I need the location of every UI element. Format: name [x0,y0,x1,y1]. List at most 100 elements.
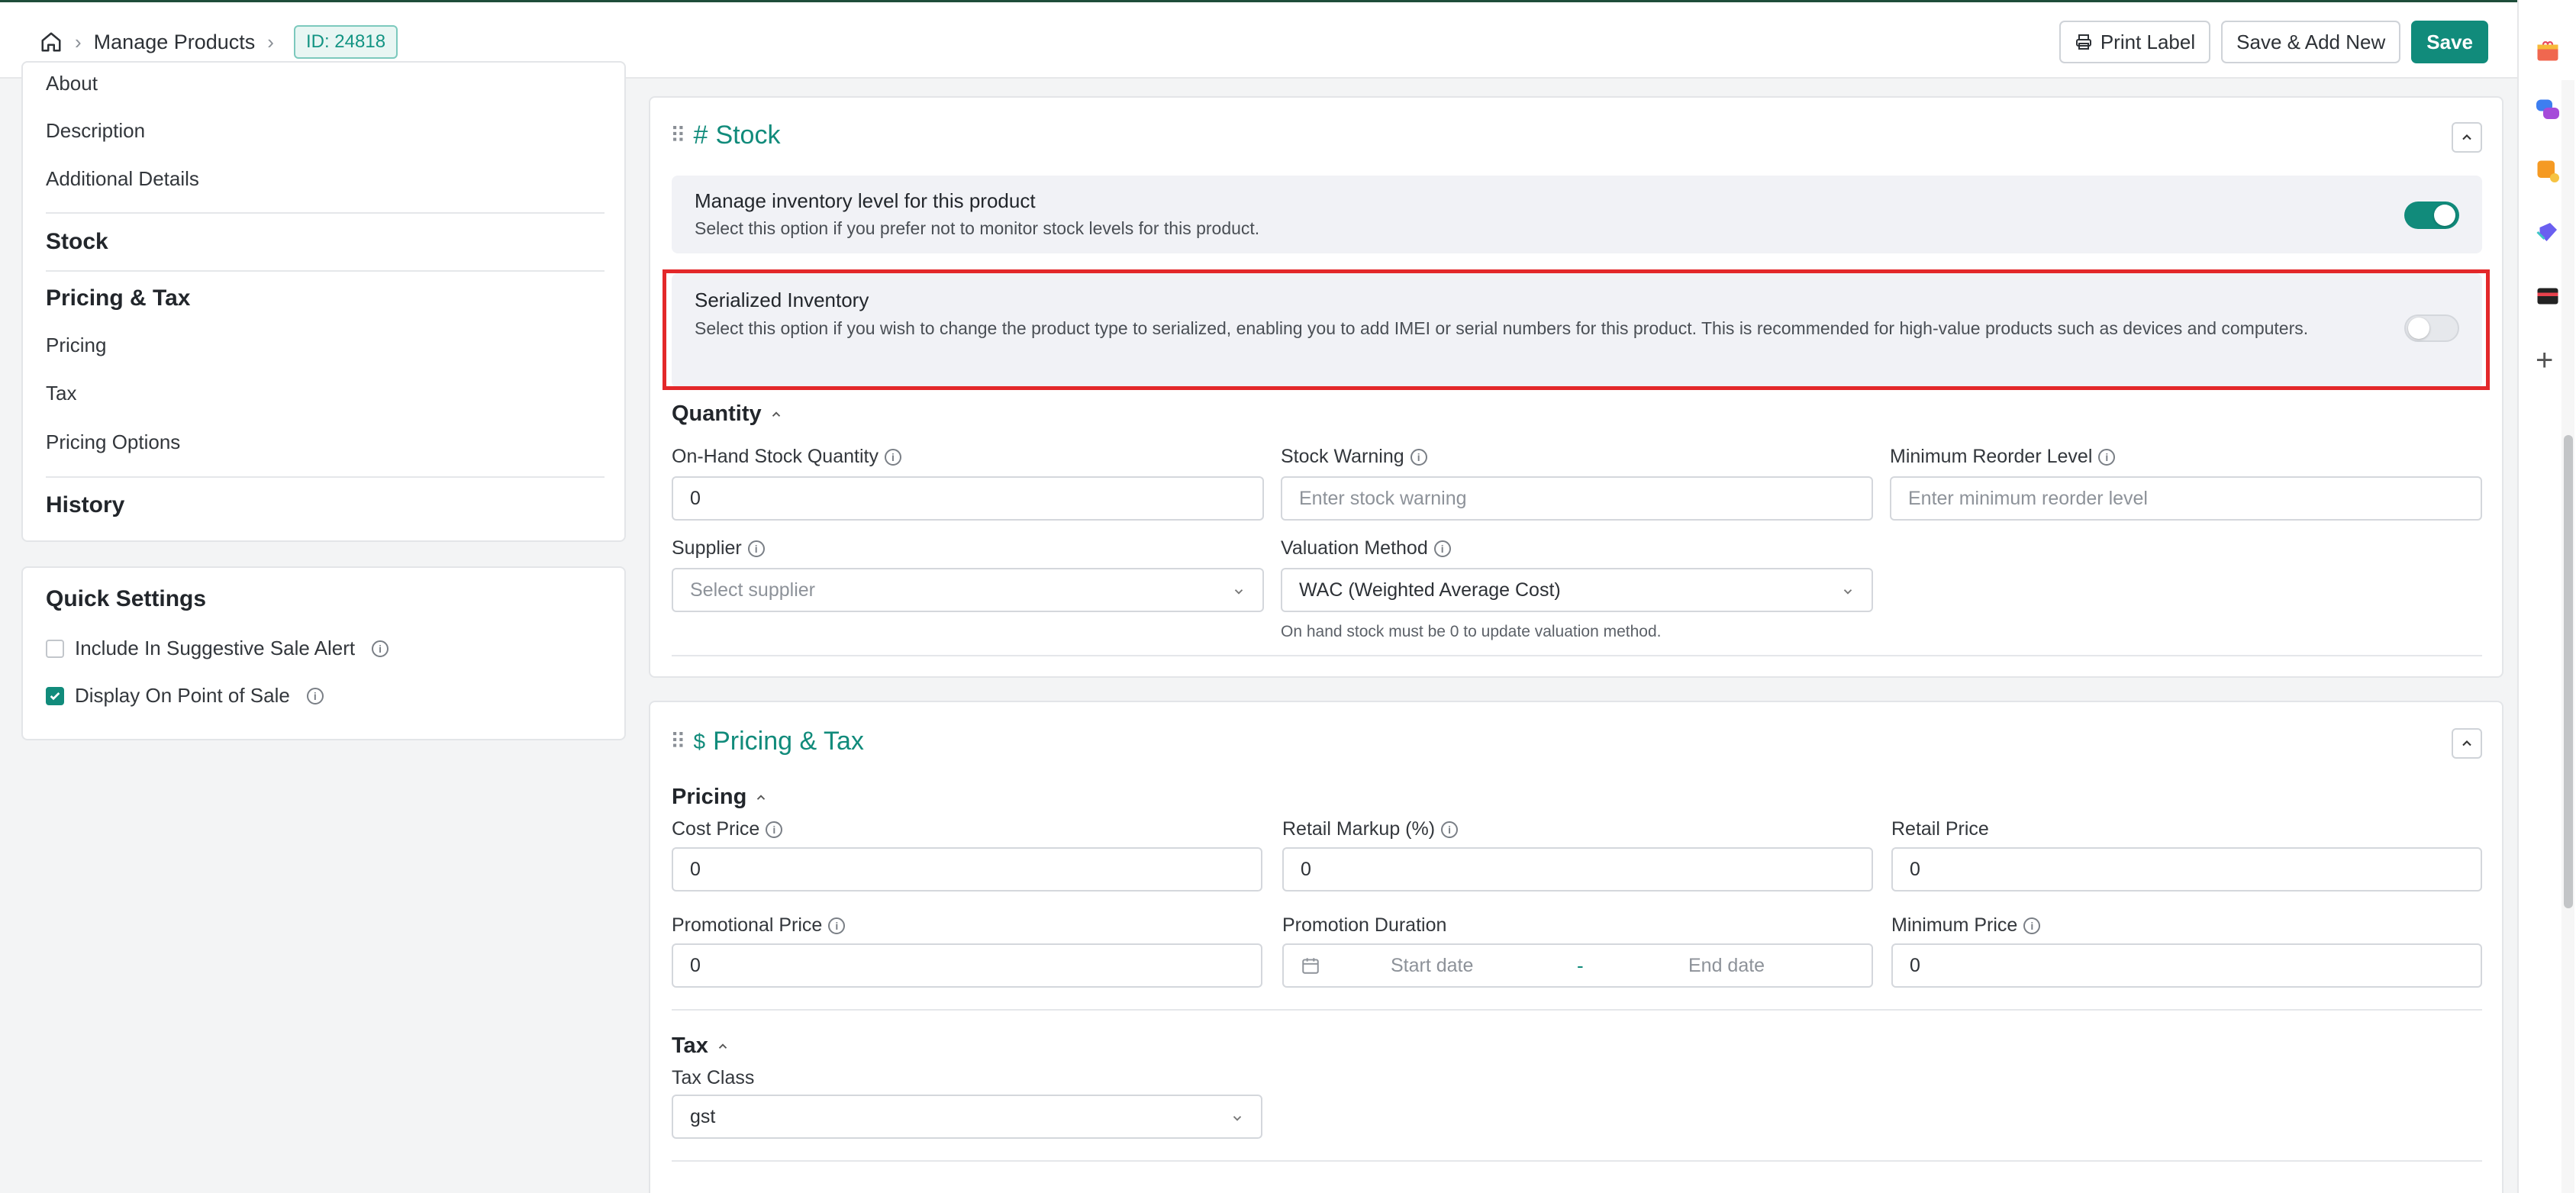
min-reorder-label: Minimum Reorder Level i [1890,446,2116,468]
suggestive-sale-option[interactable]: Include In Suggestive Sale Alert i [46,637,389,660]
wallet-icon[interactable] [2534,282,2561,310]
info-icon[interactable]: i [306,687,324,705]
chevron-down-icon [1843,589,1852,595]
valuation-select[interactable]: WAC (Weighted Average Cost) [1281,568,1873,612]
supplier-select[interactable]: Select supplier [672,568,1264,612]
chat-bubbles-icon[interactable] [2534,96,2561,124]
on-hand-input[interactable]: 0 [672,476,1264,521]
breadcrumb-manage-products[interactable]: Manage Products [94,31,256,54]
info-icon[interactable]: i [2098,449,2116,466]
save-button[interactable]: Save [2411,21,2488,63]
quantity-heading-text: Quantity [672,401,762,426]
display-pos-checkbox[interactable] [46,686,64,705]
pricing-tax-section-title: ⠿ $ Pricing & Tax [670,727,864,756]
tax-class-value: gst [690,1105,716,1127]
nav-stock[interactable]: Stock [46,229,108,255]
min-price-input[interactable]: 0 [1891,943,2482,988]
manage-inventory-toggle[interactable] [2404,202,2459,229]
manage-inventory-option: Manage inventory level for this product … [672,176,2482,253]
nav-divider [46,270,605,272]
retail-markup-input[interactable]: 0 [1282,847,1873,892]
retail-price-label: Retail Price [1891,818,1989,840]
chevron-up-icon [772,411,780,417]
add-extension-icon[interactable]: + [2536,345,2553,376]
info-icon[interactable]: i [1410,449,1427,466]
chevron-down-icon [1234,589,1243,595]
nav-pricing[interactable]: Pricing [46,334,106,357]
info-icon[interactable]: i [747,540,765,558]
cost-price-input[interactable]: 0 [672,847,1262,892]
promo-price-label: Promotional Price i [672,914,846,937]
gift-icon[interactable] [2534,37,2561,64]
info-icon[interactable]: i [372,640,389,657]
stock-title-text: Stock [715,121,781,150]
cost-price-label: Cost Price i [672,818,783,840]
collapse-pricing-tax-button[interactable] [2452,728,2482,759]
promo-price-input[interactable]: 0 [672,943,1262,988]
nav-pricing-options[interactable]: Pricing Options [46,430,180,454]
suggestive-sale-checkbox[interactable] [46,639,64,658]
nav-pricing-tax[interactable]: Pricing & Tax [46,285,191,311]
section-nav: About Description Additional Details Sto… [21,61,626,542]
manage-inventory-desc: Select this option if you prefer not to … [695,218,1260,238]
stock-warning-input[interactable]: Enter stock warning [1281,476,1873,521]
nav-additional-details[interactable]: Additional Details [46,167,199,191]
date-separator: - [1577,953,1584,977]
nav-tax[interactable]: Tax [46,382,76,405]
quantity-heading[interactable]: Quantity [672,401,783,427]
start-date-input[interactable]: Start date [1391,955,1473,977]
stock-warning-label: Stock Warning i [1281,446,1427,468]
stock-section: ⠿ # Stock Manage inventory level for thi… [649,96,2503,678]
promo-duration-label: Promotion Duration [1282,914,1447,936]
valuation-value: WAC (Weighted Average Cost) [1299,579,1561,601]
chevron-up-icon [757,794,766,800]
info-icon[interactable]: i [2023,917,2041,935]
nav-history[interactable]: History [46,492,124,518]
retail-price-input[interactable]: 0 [1891,847,2482,892]
print-label-button[interactable]: Print Label [2059,21,2211,63]
quick-settings-title: Quick Settings [46,586,207,611]
drag-handle-icon[interactable]: ⠿ [670,123,685,148]
info-icon[interactable]: i [1441,821,1459,839]
tax-heading-text: Tax [672,1033,708,1058]
nav-about[interactable]: About [46,72,98,95]
scrollbar-thumb[interactable] [2564,435,2573,908]
stock-section-title: ⠿ # Stock [670,121,780,150]
min-price-label: Minimum Price i [1891,914,2041,937]
chevron-up-icon [2462,134,2471,140]
min-reorder-input[interactable]: Enter minimum reorder level [1890,476,2482,521]
quick-settings-card: Quick Settings Include In Suggestive Sal… [21,566,626,740]
tax-heading[interactable]: Tax [672,1033,730,1059]
save-add-new-button[interactable]: Save & Add New [2221,21,2401,63]
hash-icon: # [693,121,708,150]
chevron-down-icon [1233,1116,1242,1121]
end-date-input[interactable]: End date [1688,955,1765,977]
valuation-hint: On hand stock must be 0 to update valuat… [1281,623,1662,640]
manage-inventory-title: Manage inventory level for this product [695,189,1036,212]
supplier-label: Supplier i [672,537,765,559]
tax-class-select[interactable]: gst [672,1095,1262,1139]
info-icon[interactable]: i [1433,540,1451,558]
display-pos-option[interactable]: Display On Point of Sale i [46,684,324,708]
chevron-up-icon [2462,740,2471,746]
serialized-inventory-title: Serialized Inventory [695,289,869,311]
pricing-heading[interactable]: Pricing [672,785,768,810]
drag-handle-icon[interactable]: ⠿ [670,729,685,754]
pricing-heading-text: Pricing [672,785,747,809]
calendar-icon [1302,958,1319,974]
info-icon[interactable]: i [884,449,901,466]
nav-description[interactable]: Description [46,119,145,143]
promo-duration-range[interactable]: Start date - End date [1282,943,1873,988]
notes-icon[interactable] [2534,157,2561,185]
layers-icon[interactable] [2534,218,2561,246]
pricing-tax-section: ⠿ $ Pricing & Tax Pricing Cost Price i 0 … [649,701,2503,1193]
breadcrumb: › Manage Products › ID: 24818 [40,25,398,59]
collapse-stock-button[interactable] [2452,122,2482,153]
dollar-icon: $ [693,729,706,753]
info-icon[interactable]: i [828,917,846,935]
home-icon[interactable] [40,31,63,53]
info-icon[interactable]: i [766,821,783,839]
product-id-badge: ID: 24818 [293,25,398,59]
section-divider [672,655,2482,656]
serialized-inventory-toggle[interactable] [2404,314,2459,342]
